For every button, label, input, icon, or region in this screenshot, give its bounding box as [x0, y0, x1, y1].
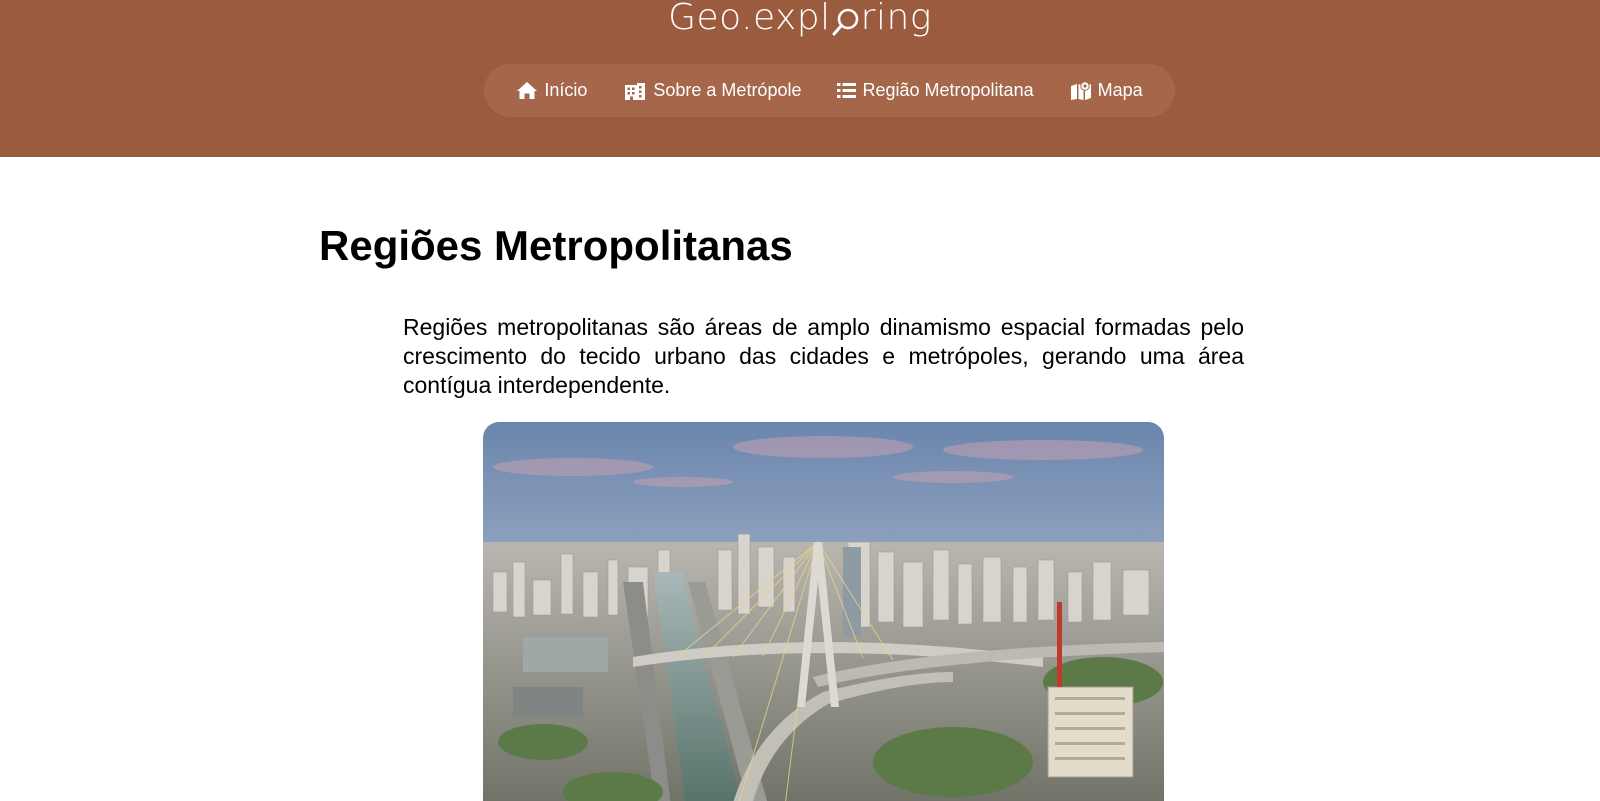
site-logo[interactable]: Geo.expl ring	[0, 0, 1600, 40]
page-title: Regiões Metropolitanas	[319, 222, 793, 269]
magnifier-icon	[831, 0, 861, 40]
nav-label: Região Metropolitana	[862, 80, 1034, 100]
intro-paragraph: Regiões metropolitanas são áreas de ampl…	[403, 314, 1244, 398]
main-nav: Início Sobre a Metrópole Região Metropol…	[484, 64, 1175, 117]
logo-text-prefix: Geo.expl	[668, 0, 831, 38]
nav-label: Sobre a Metrópole	[653, 80, 802, 100]
nav-label: Início	[544, 80, 588, 100]
nav-item-regiao[interactable]: Região Metropolitana	[837, 80, 1034, 101]
nav-item-inicio[interactable]: Início	[516, 80, 587, 101]
building-icon	[623, 81, 647, 101]
logo-text-suffix: ring	[860, 0, 932, 38]
map-icon	[1070, 81, 1092, 100]
city-photo	[483, 422, 1164, 801]
nav-item-mapa[interactable]: Mapa	[1070, 80, 1143, 101]
home-icon	[516, 81, 538, 100]
nav-item-sobre[interactable]: Sobre a Metrópole	[623, 80, 801, 101]
list-icon	[837, 82, 857, 99]
nav-label: Mapa	[1097, 80, 1143, 100]
site-header: Geo.expl ring Início Sobre a Metrópole Re…	[0, 0, 1600, 157]
